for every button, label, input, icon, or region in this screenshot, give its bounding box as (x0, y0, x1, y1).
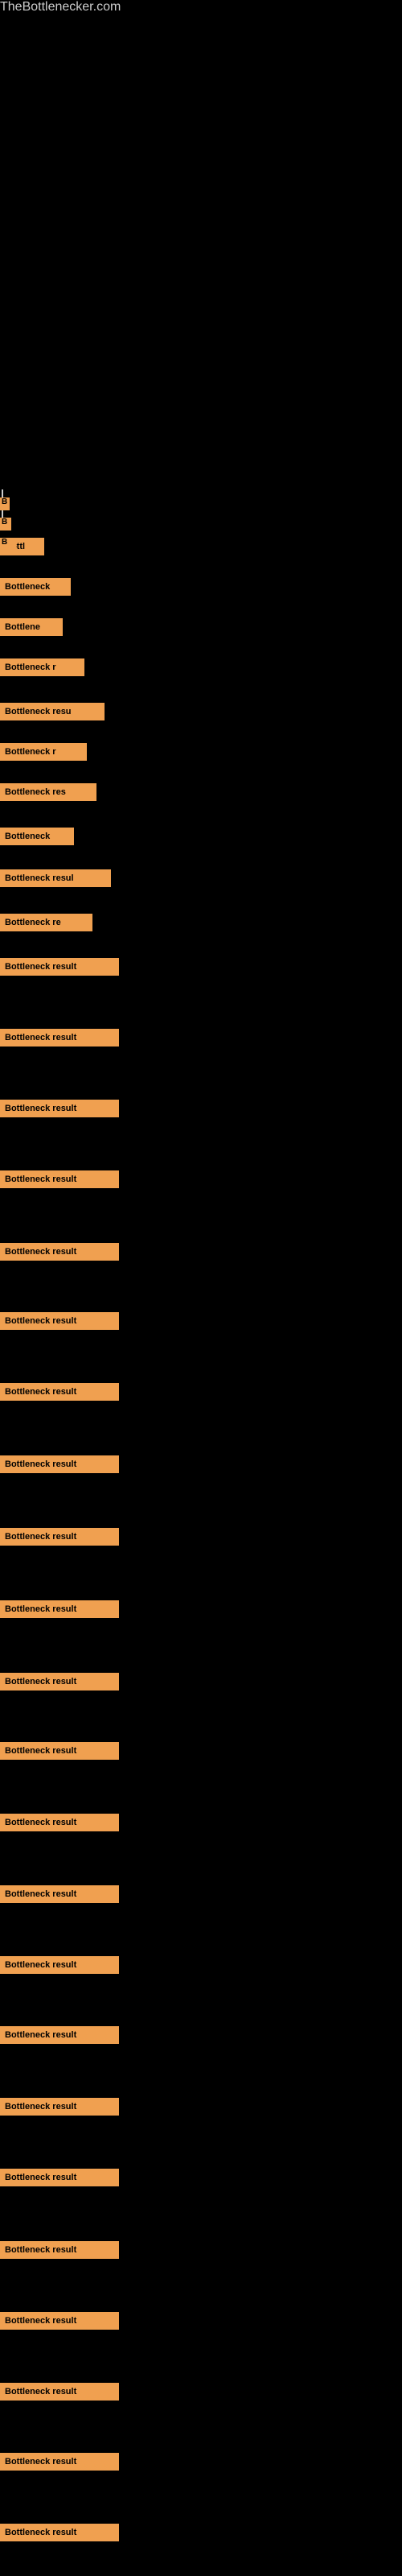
result-bar-33[interactable]: Bottleneck result (0, 2524, 119, 2541)
result-bar-12[interactable]: Bottleneck result (0, 1029, 119, 1046)
result-bar-14[interactable]: Bottleneck result (0, 1170, 119, 1188)
result-bar-32[interactable]: Bottleneck result (0, 2453, 119, 2471)
result-bar-29[interactable]: Bottleneck result (0, 2241, 119, 2259)
result-bar-3[interactable]: Bottlene (0, 618, 63, 636)
result-bar-30[interactable]: Bottleneck result (0, 2312, 119, 2330)
site-title: TheBottlenecker.com (0, 0, 402, 14)
result-bar-23[interactable]: Bottleneck result (0, 1814, 119, 1831)
result-bar-11[interactable]: Bottleneck result (0, 958, 119, 976)
result-bar-9[interactable]: Bottleneck resul (0, 869, 111, 887)
early-bar-1: B (0, 518, 11, 530)
result-bar-27[interactable]: Bottleneck result (0, 2098, 119, 2116)
result-bar-20[interactable]: Bottleneck result (0, 1600, 119, 1618)
result-bar-22[interactable]: Bottleneck result (0, 1742, 119, 1760)
result-bar-7[interactable]: Bottleneck res (0, 783, 96, 801)
result-bar-6[interactable]: Bottleneck r (0, 743, 87, 761)
result-bar-26[interactable]: Bottleneck result (0, 2026, 119, 2044)
result-bar-4[interactable]: Bottleneck r (0, 658, 84, 676)
result-bar-5[interactable]: Bottleneck resu (0, 703, 105, 720)
result-bar-19[interactable]: Bottleneck result (0, 1528, 119, 1546)
result-bar-8[interactable]: Bottleneck (0, 828, 74, 845)
result-bar-24[interactable]: Bottleneck result (0, 1885, 119, 1903)
result-bar-16[interactable]: Bottleneck result (0, 1312, 119, 1330)
result-bar-25[interactable]: Bottleneck result (0, 1956, 119, 1974)
result-bar-15[interactable]: Bottleneck result (0, 1243, 119, 1261)
result-bar-10[interactable]: Bottleneck re (0, 914, 92, 931)
result-bar-13[interactable]: Bottleneck result (0, 1100, 119, 1117)
result-bar-17[interactable]: Bottleneck result (0, 1383, 119, 1401)
result-bar-31[interactable]: Bottleneck result (0, 2383, 119, 2401)
result-bar-28[interactable]: Bottleneck result (0, 2169, 119, 2186)
early-bar-0: B (0, 497, 10, 510)
result-bar-2[interactable]: Bottleneck (0, 578, 71, 596)
result-bar-21[interactable]: Bottleneck result (0, 1673, 119, 1690)
early-bar-2: B (0, 538, 16, 551)
result-bar-18[interactable]: Bottleneck result (0, 1455, 119, 1473)
